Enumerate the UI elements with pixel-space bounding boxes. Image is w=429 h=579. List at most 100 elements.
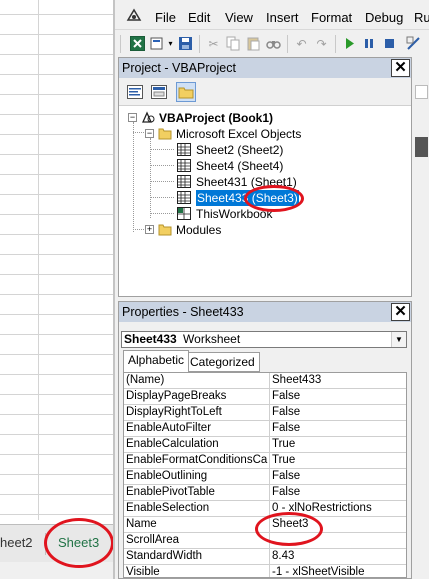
property-name: ScrollArea <box>126 534 180 546</box>
code-window-edge <box>412 57 429 297</box>
menu-insert[interactable]: Insert <box>266 10 299 25</box>
run-icon[interactable] <box>341 35 358 52</box>
tab-categorized[interactable]: Categorized <box>185 352 260 372</box>
property-row[interactable]: EnablePivotTable False <box>124 485 406 501</box>
grid-line <box>0 174 113 175</box>
toggle-folders-icon[interactable] <box>176 82 196 102</box>
cut-icon[interactable]: ✂ <box>205 35 222 52</box>
undo-icon[interactable]: ↶ <box>293 35 310 52</box>
property-row[interactable]: DisplayPageBreaks False <box>124 389 406 405</box>
property-value[interactable]: False <box>272 485 402 500</box>
vba-editor-window: File Edit View Insert Format Debug Ru ▾ … <box>113 0 429 579</box>
property-row[interactable]: (Name) Sheet433 <box>124 373 406 389</box>
toolbar-separator <box>287 35 288 53</box>
vbe-app-icon[interactable] <box>125 6 143 24</box>
collapse-icon[interactable]: − <box>128 113 137 122</box>
grid-line <box>0 194 113 195</box>
property-value[interactable]: True <box>272 453 402 468</box>
grid-line <box>0 454 113 455</box>
workbook-icon <box>177 207 191 220</box>
worksheet-icon <box>177 191 191 204</box>
insert-module-icon[interactable] <box>149 35 166 52</box>
property-row[interactable]: EnableOutlining False <box>124 469 406 485</box>
object-name: Sheet433 <box>124 332 177 346</box>
property-value[interactable]: False <box>272 405 402 420</box>
vba-project-icon <box>141 111 155 123</box>
property-value[interactable]: -1 - xlSheetVisible <box>272 565 402 577</box>
tree-node-modules[interactable]: + Modules <box>119 222 409 238</box>
grid-line <box>0 254 113 255</box>
tree-node-sheet4[interactable]: Sheet4 (Sheet4) <box>119 158 409 174</box>
tab-alphabetic[interactable]: Alphabetic <box>123 350 190 372</box>
property-name: (Name) <box>126 374 165 386</box>
grid-line <box>0 14 113 15</box>
grid-line <box>0 54 113 55</box>
property-name: DisplayRightToLeft <box>126 406 222 418</box>
worksheet-icon <box>177 143 191 156</box>
project-explorer: Project - VBAProject ✕ − VBAProject (Boo… <box>118 57 412 297</box>
property-row[interactable]: EnableSelection 0 - xlNoRestrictions <box>124 501 406 517</box>
property-value[interactable]: False <box>272 469 402 484</box>
view-object-icon[interactable] <box>149 82 169 102</box>
reset-icon[interactable] <box>381 35 398 52</box>
grid-line <box>0 294 113 295</box>
menu-view[interactable]: View <box>225 10 253 25</box>
grid-line <box>0 394 113 395</box>
chevron-down-icon[interactable]: ▼ <box>391 332 406 347</box>
property-name: DisplayPageBreaks <box>126 390 227 402</box>
menu-edit[interactable]: Edit <box>188 10 210 25</box>
property-row[interactable]: EnableCalculation True <box>124 437 406 453</box>
view-excel-icon[interactable] <box>129 35 146 52</box>
property-value[interactable]: True <box>272 437 402 452</box>
toolbar-separator <box>335 35 336 53</box>
grid-line <box>0 374 113 375</box>
paste-icon[interactable] <box>245 35 262 52</box>
save-icon[interactable] <box>177 35 194 52</box>
find-icon[interactable] <box>265 35 282 52</box>
grid-line <box>0 514 113 515</box>
project-root-label: VBAProject (Book1) <box>159 111 274 125</box>
grid-line <box>0 274 113 275</box>
menu-debug[interactable]: Debug <box>365 10 403 25</box>
chevron-down-icon[interactable]: ▾ <box>166 35 175 52</box>
break-icon[interactable] <box>361 35 378 52</box>
tree-node-vbaproject[interactable]: − VBAProject (Book1) <box>119 110 409 126</box>
menu-file[interactable]: File <box>155 10 176 25</box>
property-name: EnableCalculation <box>126 438 219 450</box>
property-value[interactable]: False <box>272 421 402 436</box>
property-value[interactable]: Sheet433 <box>272 373 402 388</box>
scrollbar-button[interactable] <box>415 85 428 99</box>
redo-icon[interactable]: ↷ <box>313 35 330 52</box>
project-explorer-title: Project - VBAProject <box>119 58 411 78</box>
scrollbar-thumb[interactable] <box>415 137 428 157</box>
collapse-icon[interactable]: − <box>145 129 154 138</box>
property-name: EnableAutoFilter <box>126 422 212 434</box>
object-selector[interactable]: Sheet433 Worksheet ▼ <box>121 331 407 348</box>
close-icon[interactable]: ✕ <box>391 303 410 321</box>
property-row[interactable]: EnableAutoFilter False <box>124 421 406 437</box>
close-icon[interactable]: ✕ <box>391 59 410 77</box>
property-value[interactable]: 8.43 <box>272 549 402 564</box>
property-name: EnablePivotTable <box>126 486 215 498</box>
tree-node-sheet2[interactable]: Sheet2 (Sheet2) <box>119 142 409 158</box>
annotation-circle-tree <box>244 185 304 212</box>
property-row[interactable]: DisplayRightToLeft False <box>124 405 406 421</box>
design-mode-icon[interactable] <box>405 35 422 52</box>
grid-line <box>0 334 113 335</box>
sheet-tab-sheet2[interactable]: heet2 <box>0 535 33 550</box>
grid-line <box>0 214 113 215</box>
grid-line <box>0 74 113 75</box>
grid-line <box>0 94 113 95</box>
tree-node-excel-objects[interactable]: − Microsoft Excel Objects <box>119 126 409 142</box>
selected-sheet-codename: Sheet433 <box>197 191 249 205</box>
menu-format[interactable]: Format <box>311 10 352 25</box>
property-value[interactable]: False <box>272 389 402 404</box>
menu-run[interactable]: Ru <box>414 10 429 25</box>
worksheet-icon <box>177 159 191 172</box>
expand-icon[interactable]: + <box>145 225 154 234</box>
view-code-icon[interactable] <box>125 82 145 102</box>
copy-icon[interactable] <box>225 35 242 52</box>
property-row[interactable]: EnableFormatConditionsCalcu True <box>124 453 406 469</box>
property-row[interactable]: Visible -1 - xlSheetVisible <box>124 565 406 577</box>
property-row[interactable]: StandardWidth 8.43 <box>124 549 406 565</box>
